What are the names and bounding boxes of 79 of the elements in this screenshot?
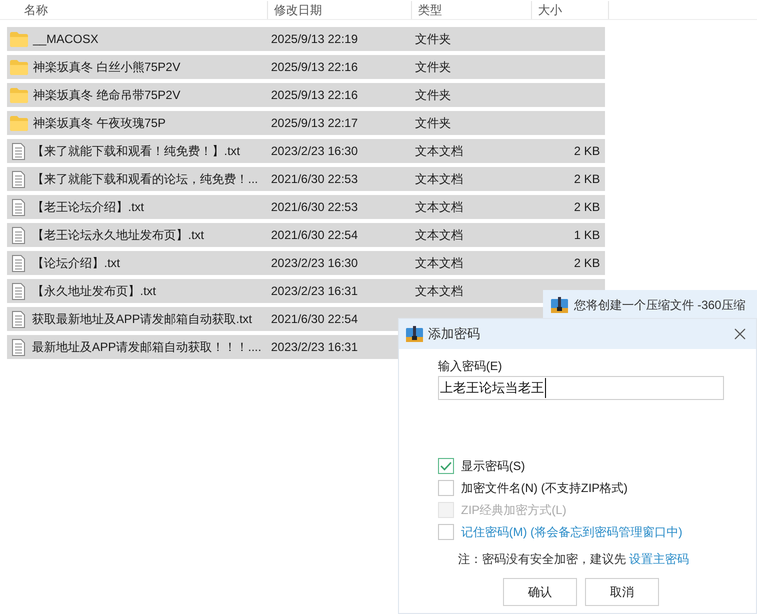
file-date: 2021/6/30 22:54 bbox=[271, 227, 359, 244]
column-header[interactable]: 修改日期 bbox=[268, 1, 412, 19]
file-size: 2 KB bbox=[574, 255, 601, 272]
password-field[interactable]: 上老王论坛当老王 bbox=[438, 376, 724, 400]
document-icon bbox=[12, 226, 25, 244]
file-type: 文本文档 bbox=[415, 283, 464, 300]
dialog-button[interactable]: 确认 bbox=[503, 578, 577, 606]
file-type: 文件夹 bbox=[415, 31, 452, 48]
file-date: 2025/9/13 22:17 bbox=[271, 115, 359, 132]
file-name: 【永久地址发布页】.txt bbox=[32, 283, 156, 300]
folder-icon bbox=[10, 88, 28, 102]
folder-icon bbox=[10, 116, 28, 130]
file-type: 文本文档 bbox=[415, 227, 464, 244]
file-name: __MACOSX bbox=[33, 31, 98, 48]
file-type: 文件夹 bbox=[415, 115, 452, 132]
file-row[interactable]: 【论坛介绍】.txt 2023/2/23 16:30 文本文档 2 KB bbox=[7, 251, 605, 275]
file-date: 2021/6/30 22:53 bbox=[271, 199, 359, 216]
dialog-button[interactable]: 取消 bbox=[585, 578, 659, 606]
file-type: 文本文档 bbox=[415, 199, 464, 216]
file-type: 文本文档 bbox=[415, 171, 464, 188]
folder-icon bbox=[10, 32, 28, 46]
file-name: 【论坛介绍】.txt bbox=[32, 255, 120, 272]
file-name: 最新地址及APP请发邮箱自动获取！！！.... bbox=[32, 339, 262, 356]
file-size: 1 KB bbox=[574, 227, 601, 244]
file-type: 文本文档 bbox=[415, 143, 464, 160]
file-row[interactable]: 【老王论坛介绍】.txt 2021/6/30 22:53 文本文档 2 KB bbox=[7, 195, 605, 219]
file-name: 【来了就能下载和观看！纯免费！】.txt bbox=[32, 143, 240, 160]
file-row[interactable]: 神楽坂真冬 白丝小熊75P2V 2025/9/13 22:16 文件夹 bbox=[7, 55, 605, 79]
file-name: 神楽坂真冬 绝命吊带75P2V bbox=[33, 87, 180, 104]
field-label: 输入密码(E) bbox=[438, 358, 503, 375]
document-icon bbox=[12, 338, 25, 356]
folder-icon bbox=[10, 60, 28, 74]
file-date: 2023/2/23 16:30 bbox=[271, 255, 359, 272]
file-row[interactable]: 神楽坂真冬 午夜玫瑰75P 2025/9/13 22:17 文件夹 bbox=[7, 111, 605, 135]
archive-icon bbox=[406, 326, 423, 342]
document-icon bbox=[12, 254, 25, 272]
file-type: 文件夹 bbox=[415, 87, 452, 104]
document-icon bbox=[12, 282, 25, 300]
file-row[interactable]: 神楽坂真冬 绝命吊带75P2V 2025/9/13 22:16 文件夹 bbox=[7, 83, 605, 107]
file-name: 【老王论坛永久地址发布页】.txt bbox=[32, 227, 204, 244]
checkbox-label[interactable]: 记住密码(M) (将会备忘到密码管理窗口中) bbox=[461, 523, 682, 541]
file-date: 2021/6/30 22:54 bbox=[271, 311, 359, 328]
file-date: 2025/9/13 22:19 bbox=[271, 31, 359, 48]
document-icon bbox=[12, 198, 25, 216]
file-date: 2025/9/13 22:16 bbox=[271, 87, 359, 104]
checkbox-label[interactable]: 显示密码(S) bbox=[461, 457, 525, 475]
close-icon[interactable] bbox=[734, 328, 746, 340]
checkbox[interactable] bbox=[438, 458, 454, 474]
document-icon bbox=[12, 142, 25, 160]
file-name: 获取最新地址及APP请发邮箱自动获取.txt bbox=[32, 311, 252, 328]
file-size: 2 KB bbox=[574, 199, 601, 216]
file-date: 2023/2/23 16:31 bbox=[271, 283, 359, 300]
file-date: 2023/2/23 16:30 bbox=[271, 143, 359, 160]
file-name: 【老王论坛介绍】.txt bbox=[32, 199, 144, 216]
checkbox[interactable] bbox=[438, 480, 454, 496]
file-date: 2021/6/30 22:53 bbox=[271, 171, 359, 188]
file-name: 神楽坂真冬 白丝小熊75P2V bbox=[33, 59, 180, 76]
file-size: 2 KB bbox=[574, 171, 601, 188]
file-row[interactable]: 【来了就能下载和观看的论坛，纯免费！... 2021/6/30 22:53 文本文档 2 KB bbox=[7, 167, 605, 191]
checkbox[interactable] bbox=[438, 524, 454, 540]
file-row[interactable]: 【老王论坛永久地址发布页】.txt 2021/6/30 22:54 文本文档 1 KB bbox=[7, 223, 605, 247]
file-size: 2 KB bbox=[574, 143, 601, 160]
document-icon bbox=[12, 170, 25, 188]
file-name: 【来了就能下载和观看的论坛，纯免费！... bbox=[32, 171, 258, 188]
file-row[interactable]: 【来了就能下载和观看！纯免费！】.txt 2023/2/23 16:30 文本文档 2 KB bbox=[7, 139, 605, 163]
document-icon bbox=[12, 310, 25, 328]
file-date: 2025/9/13 22:16 bbox=[271, 59, 359, 76]
archive-icon bbox=[551, 297, 568, 313]
column-header[interactable]: 大小 bbox=[532, 1, 609, 19]
file-type: 文本文档 bbox=[415, 255, 464, 272]
checkbox-label[interactable]: 加密文件名(N) (不支持ZIP格式) bbox=[461, 479, 628, 497]
file-name: 神楽坂真冬 午夜玫瑰75P bbox=[33, 115, 166, 132]
file-type: 文件夹 bbox=[415, 59, 452, 76]
note-text: 注：密码没有安全加密，建议先 设置主密码 bbox=[457, 551, 690, 568]
set-master-password-link[interactable]: 设置主密码 bbox=[629, 552, 689, 566]
file-row[interactable]: __MACOSX 2025/9/13 22:19 文件夹 bbox=[7, 27, 605, 51]
column-header[interactable]: 名称 bbox=[0, 1, 268, 19]
file-date: 2023/2/23 16:31 bbox=[271, 339, 359, 356]
column-header[interactable]: 类型 bbox=[412, 1, 532, 19]
